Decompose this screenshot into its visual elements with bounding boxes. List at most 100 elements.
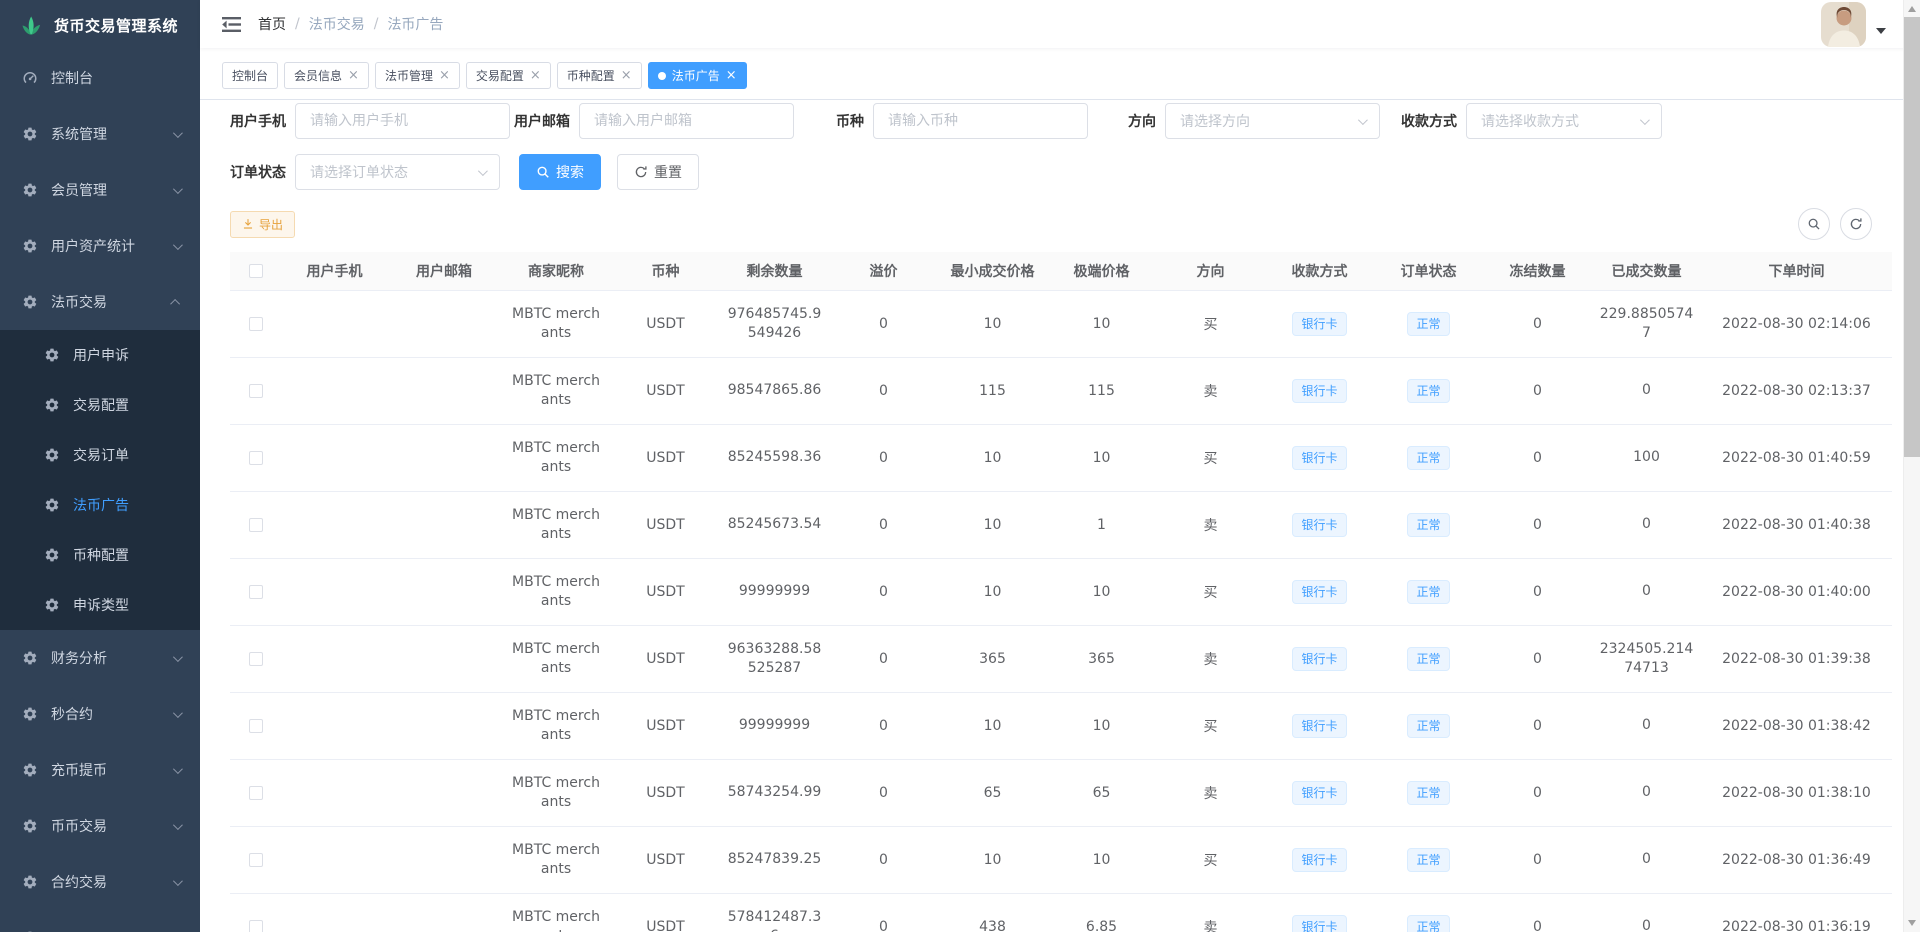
hamburger-fold-icon[interactable] bbox=[222, 16, 241, 33]
sidebar-item-trade-config[interactable]: 交易配置 bbox=[0, 380, 200, 430]
breadcrumb-item[interactable]: 首页 bbox=[258, 14, 286, 34]
row-checkbox[interactable] bbox=[249, 920, 263, 932]
cell-remaining: 96363288.58525287 bbox=[720, 625, 829, 692]
sidebar-item-partial-item[interactable] bbox=[0, 910, 200, 932]
sidebar-item-second-contract[interactable]: 秒合约 bbox=[0, 686, 200, 742]
cell-payment: 银行卡 bbox=[1265, 893, 1374, 932]
sidebar-item-fiat-trade[interactable]: 法币交易 bbox=[0, 274, 200, 330]
close-icon[interactable]: × bbox=[530, 69, 541, 82]
cell-email bbox=[387, 625, 501, 692]
cell-extreme-price: 1 bbox=[1047, 491, 1156, 558]
close-icon[interactable]: × bbox=[726, 69, 737, 82]
table-row: MBTC merchantsUSDT9999999901010买银行卡正常002… bbox=[230, 692, 1892, 759]
cell-time: 2022-08-30 01:39:38 bbox=[1701, 625, 1892, 692]
cell-coin: USDT bbox=[611, 759, 720, 826]
tab-item[interactable]: 法币管理× bbox=[375, 62, 460, 89]
sidebar-item-console[interactable]: 控制台 bbox=[0, 50, 200, 106]
cell-min-price: 65 bbox=[938, 759, 1047, 826]
cell-status: 正常 bbox=[1374, 893, 1483, 932]
tab-item[interactable]: 法币广告× bbox=[648, 62, 747, 89]
coin-input[interactable] bbox=[873, 103, 1088, 139]
cell-text: 100 bbox=[1633, 448, 1660, 467]
scrollbar-thumb[interactable] bbox=[1904, 17, 1920, 457]
reset-button[interactable]: 重置 bbox=[617, 154, 699, 190]
sidebar-item-user-asset-stats[interactable]: 用户资产统计 bbox=[0, 218, 200, 274]
search-toggle-button[interactable] bbox=[1798, 208, 1830, 240]
vertical-scrollbar[interactable] bbox=[1903, 0, 1920, 932]
export-button[interactable]: 导出 bbox=[230, 211, 295, 238]
cell-phone bbox=[282, 424, 387, 491]
close-icon[interactable]: × bbox=[621, 69, 632, 82]
sidebar-item-user-appeal[interactable]: 用户申诉 bbox=[0, 330, 200, 380]
cell-text: 0 bbox=[1642, 515, 1651, 534]
sidebar-item-label: 用户申诉 bbox=[73, 345, 129, 365]
filter-label: 方向 bbox=[1128, 111, 1156, 131]
row-checkbox[interactable] bbox=[249, 719, 263, 733]
cell-time: 2022-08-30 01:38:10 bbox=[1701, 759, 1892, 826]
sidebar-item-fiat-ads[interactable]: 法币广告 bbox=[0, 480, 200, 530]
row-checkbox[interactable] bbox=[249, 451, 263, 465]
cell-extreme-price: 115 bbox=[1047, 357, 1156, 424]
close-icon[interactable]: × bbox=[348, 69, 359, 82]
sidebar: 货币交易管理系统 控制台系统管理会员管理用户资产统计法币交易用户申诉交易配置交易… bbox=[0, 0, 200, 932]
cell-status: 正常 bbox=[1374, 290, 1483, 357]
payment-tag: 银行卡 bbox=[1292, 312, 1346, 336]
sidebar-item-member-management[interactable]: 会员管理 bbox=[0, 162, 200, 218]
tab-item[interactable]: 会员信息× bbox=[284, 62, 369, 89]
gear-icon bbox=[22, 238, 38, 254]
tab-item[interactable]: 币种配置× bbox=[557, 62, 642, 89]
tab-item[interactable]: 控制台 bbox=[222, 62, 278, 89]
sidebar-item-deposit-withdraw[interactable]: 充币提币 bbox=[0, 742, 200, 798]
user-email-input[interactable] bbox=[579, 103, 794, 139]
column-header: 冻结数量 bbox=[1483, 252, 1592, 290]
close-icon[interactable]: × bbox=[439, 69, 450, 82]
payment-select[interactable]: 请选择收款方式 bbox=[1466, 103, 1662, 139]
row-checkbox[interactable] bbox=[249, 384, 263, 398]
cell-extreme-price: 10 bbox=[1047, 290, 1156, 357]
cell-premium: 0 bbox=[829, 759, 938, 826]
status-tag: 正常 bbox=[1407, 580, 1449, 604]
sidebar-item-finance-analysis[interactable]: 财务分析 bbox=[0, 630, 200, 686]
scroll-up-arrow-icon[interactable] bbox=[1908, 6, 1916, 12]
cell-status: 正常 bbox=[1374, 692, 1483, 759]
sidebar-item-trade-orders[interactable]: 交易订单 bbox=[0, 430, 200, 480]
status-tag: 正常 bbox=[1407, 714, 1449, 738]
cell-phone bbox=[282, 759, 387, 826]
row-checkbox[interactable] bbox=[249, 518, 263, 532]
sidebar-item-coin-config[interactable]: 币种配置 bbox=[0, 530, 200, 580]
cell-status: 正常 bbox=[1374, 625, 1483, 692]
caret-down-icon[interactable] bbox=[1876, 28, 1886, 34]
row-checkbox[interactable] bbox=[249, 853, 263, 867]
cell-payment: 银行卡 bbox=[1265, 290, 1374, 357]
cell-text: 2324505.21474713 bbox=[1597, 640, 1697, 678]
filter-label: 订单状态 bbox=[230, 162, 286, 182]
sidebar-item-system-management[interactable]: 系统管理 bbox=[0, 106, 200, 162]
cell-min-price: 115 bbox=[938, 357, 1047, 424]
row-checkbox[interactable] bbox=[249, 585, 263, 599]
scroll-down-arrow-icon[interactable] bbox=[1908, 920, 1916, 926]
order-status-select[interactable]: 请选择订单状态 bbox=[295, 154, 500, 190]
chevron-down-icon bbox=[1640, 115, 1650, 125]
avatar[interactable] bbox=[1821, 2, 1866, 47]
cell-dealt: 0 bbox=[1592, 893, 1701, 932]
user-phone-input[interactable] bbox=[295, 103, 510, 139]
cell-direction: 买 bbox=[1156, 424, 1265, 491]
tab-item[interactable]: 交易配置× bbox=[466, 62, 551, 89]
cell-remaining: 98547865.86 bbox=[720, 357, 829, 424]
cell-direction: 卖 bbox=[1156, 357, 1265, 424]
sidebar-item-coin-coin-trade[interactable]: 币币交易 bbox=[0, 798, 200, 854]
refresh-table-button[interactable] bbox=[1840, 208, 1872, 240]
row-checkbox[interactable] bbox=[249, 317, 263, 331]
status-tag: 正常 bbox=[1407, 513, 1449, 537]
sidebar-item-appeal-types[interactable]: 申诉类型 bbox=[0, 580, 200, 630]
select-all-checkbox[interactable] bbox=[249, 264, 263, 278]
search-button[interactable]: 搜索 bbox=[519, 154, 601, 190]
table-row: MBTC merchantsUSDT976485745.954942601010… bbox=[230, 290, 1892, 357]
cell-text: MBTC merchants bbox=[510, 841, 602, 879]
sidebar-item-contract-trade[interactable]: 合约交易 bbox=[0, 854, 200, 910]
row-checkbox[interactable] bbox=[249, 786, 263, 800]
row-checkbox[interactable] bbox=[249, 652, 263, 666]
direction-select[interactable]: 请选择方向 bbox=[1165, 103, 1380, 139]
top-navbar: 首页/法币交易/法币广告 bbox=[200, 0, 1920, 48]
cell-direction: 买 bbox=[1156, 558, 1265, 625]
